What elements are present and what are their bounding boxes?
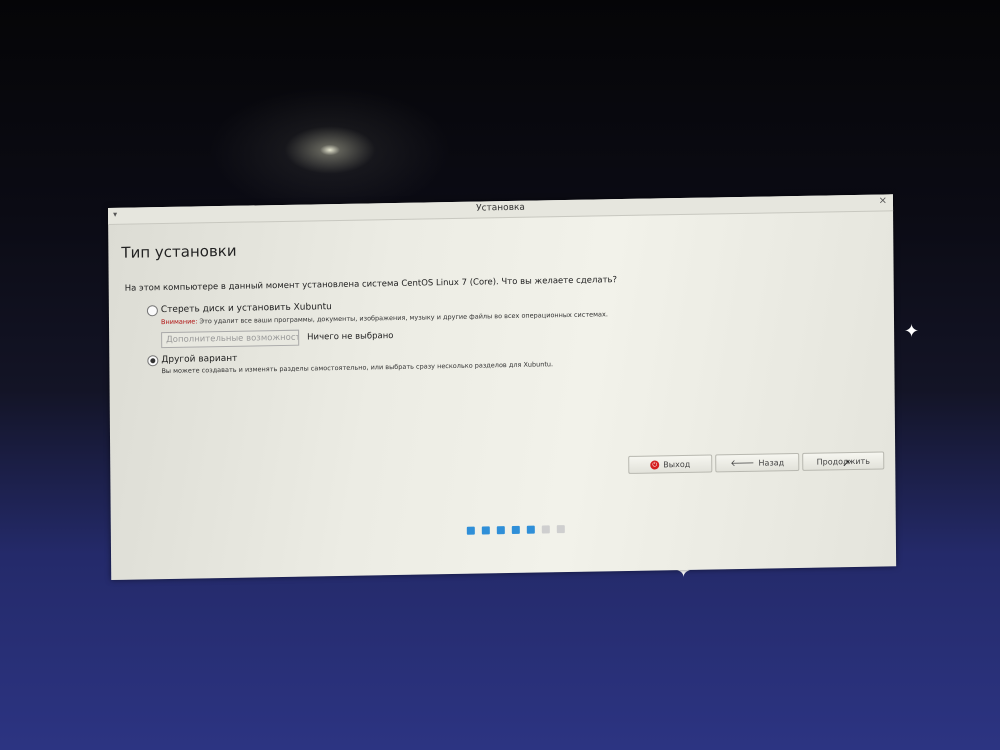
erase-disk-label[interactable]: Стереть диск и установить Xubuntu — [161, 302, 332, 315]
warning-key: Внимание: — [160, 317, 198, 327]
page-title: Тип установки — [121, 241, 237, 262]
back-button-label: Назад — [758, 457, 785, 468]
progress-dot — [496, 526, 505, 535]
progress-dot — [526, 525, 535, 534]
installer-window: ▾ Установка × Тип установки На этом комп… — [108, 194, 897, 580]
back-button[interactable]: 🡐 Назад — [715, 452, 800, 473]
progress-dot — [511, 525, 520, 534]
other-option-radio[interactable] — [147, 355, 159, 367]
progress-dot — [481, 526, 490, 535]
exit-button[interactable]: ⏻ Выход — [628, 454, 713, 474]
mouse-cursor-icon: ➚ — [842, 458, 851, 470]
screen-reflection — [200, 60, 500, 220]
erase-disk-radio[interactable] — [146, 305, 158, 317]
close-icon[interactable]: × — [879, 195, 887, 206]
progress-dot — [466, 526, 475, 535]
power-icon: ⏻ — [650, 459, 660, 470]
other-option-label[interactable]: Другой вариант — [161, 354, 237, 365]
arrow-left-icon: 🡐 — [730, 458, 755, 469]
install-question: На этом компьютере в данный момент устан… — [124, 275, 618, 294]
progress-dot — [541, 525, 550, 534]
advanced-status: Ничего не выбрано — [307, 331, 394, 343]
progress-dots — [466, 525, 565, 535]
background-star: ✦ — [904, 321, 920, 342]
advanced-features-button[interactable]: Дополнительные возможности... — [161, 329, 300, 349]
progress-dot — [556, 525, 565, 534]
exit-button-label: Выход — [663, 459, 691, 469]
